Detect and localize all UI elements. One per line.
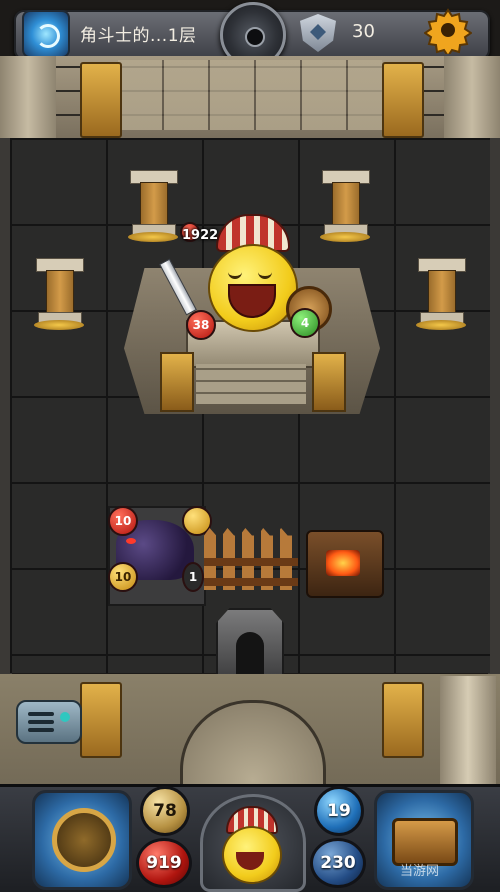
wall-banner-right (382, 62, 424, 138)
chest-icon (392, 818, 458, 866)
gold-stat: 230 (310, 838, 366, 888)
bottom-pillar-right (440, 676, 496, 796)
stage-steps (196, 364, 306, 404)
wall-pillar-left (0, 56, 56, 138)
defense-stat: 19 (314, 786, 364, 836)
boss-defense-badge: 4 (290, 308, 320, 338)
bottom-banner-left (80, 682, 122, 758)
watermark: 当游网 (400, 864, 440, 879)
enemy-defense-badge: 10 (108, 562, 138, 592)
pillar-with-coins[interactable] (320, 170, 370, 242)
hp-stat: 919 (136, 838, 192, 888)
menu-line-icon (28, 728, 54, 732)
stairs-down[interactable] (216, 608, 284, 684)
wooden-fence[interactable] (204, 528, 298, 590)
menu-button[interactable] (16, 700, 82, 744)
pillar-with-coins[interactable] (128, 170, 178, 242)
boss-attack-badge: 38 (186, 310, 216, 340)
compass-icon (52, 808, 116, 872)
enemy-eye (126, 538, 136, 544)
boss-hp: 1922 (182, 228, 219, 243)
pillar-with-coins[interactable] (34, 258, 84, 330)
menu-dot-icon (60, 712, 70, 722)
wall-banner-left (80, 62, 122, 138)
stage-banner-left (160, 352, 194, 412)
gear-icon[interactable] (424, 6, 472, 54)
enemy-turn-counter: 1 (182, 562, 204, 592)
menu-line-icon (28, 712, 54, 716)
wall-bricks (118, 60, 382, 130)
bottom-banner-right (382, 682, 424, 758)
stage-banner-right (312, 352, 346, 412)
pillar-with-coins[interactable] (416, 258, 466, 330)
menu-line-icon (28, 720, 54, 724)
enemy-attack-badge: 10 (108, 506, 138, 536)
attack-stat: 78 (140, 786, 190, 836)
portal-button[interactable] (22, 10, 70, 58)
forge-fire-icon (326, 550, 360, 576)
floor-title: 角斗士的...1层 (80, 26, 197, 46)
wall-pillar-right (444, 56, 500, 138)
key-count: 30 (352, 21, 375, 42)
